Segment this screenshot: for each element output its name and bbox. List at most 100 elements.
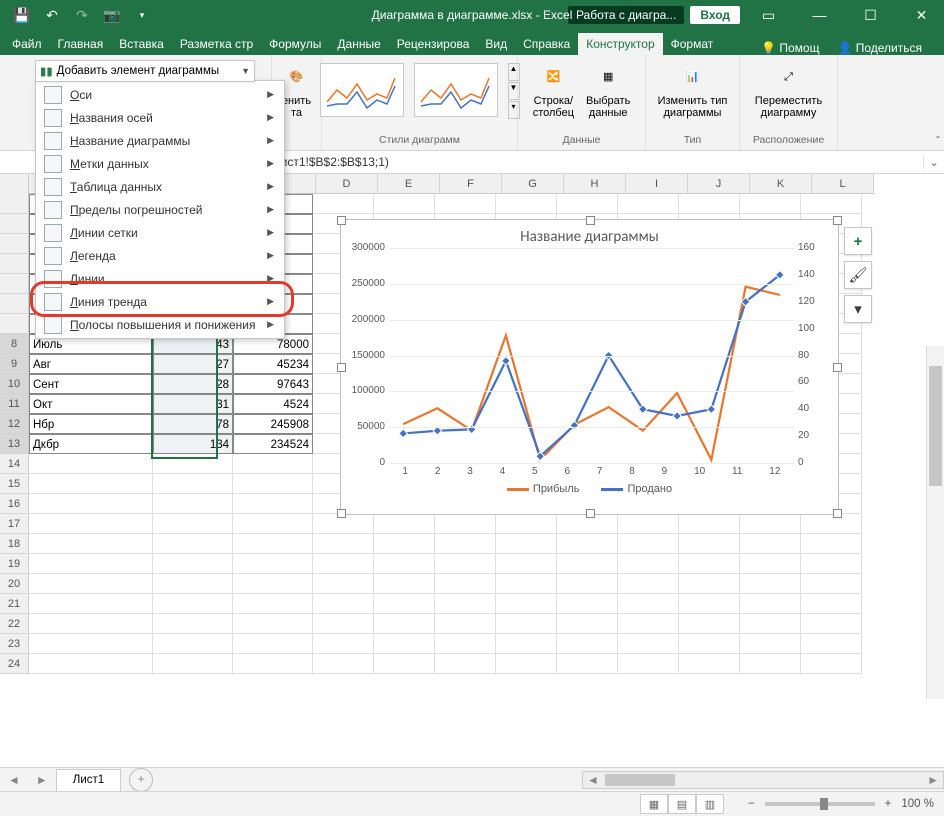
row-header[interactable] xyxy=(0,314,29,334)
dropdown-item-2[interactable]: Название диаграммы▶ xyxy=(36,129,284,152)
expand-formula-bar-icon[interactable]: ⌄ xyxy=(923,155,944,169)
cell[interactable] xyxy=(740,194,801,214)
cell[interactable] xyxy=(496,554,557,574)
cell[interactable] xyxy=(153,534,233,554)
cell[interactable]: Нбр xyxy=(29,414,153,434)
cell[interactable] xyxy=(435,194,496,214)
cell[interactable] xyxy=(618,554,679,574)
cell[interactable]: 134 xyxy=(153,434,233,454)
cell[interactable] xyxy=(233,474,313,494)
cell[interactable] xyxy=(679,634,740,654)
cell[interactable] xyxy=(618,614,679,634)
undo-icon[interactable]: ↶ xyxy=(38,3,66,27)
tab-design[interactable]: Конструктор xyxy=(578,33,662,55)
col-header-K[interactable]: K xyxy=(750,174,812,194)
row-header[interactable] xyxy=(0,234,29,254)
view-page-break-icon[interactable]: ▥ xyxy=(696,794,724,814)
row-header[interactable]: 17 xyxy=(0,514,29,534)
cell[interactable] xyxy=(740,654,801,674)
select-data-button[interactable]: ▦Выбрать данные xyxy=(584,57,632,123)
chart-style-1[interactable] xyxy=(320,63,404,117)
row-header[interactable]: 15 xyxy=(0,474,29,494)
save-icon[interactable]: 💾 xyxy=(8,3,36,27)
row-header[interactable] xyxy=(0,214,29,234)
cell[interactable] xyxy=(679,654,740,674)
dropdown-item-6[interactable]: Линии сетки▶ xyxy=(36,221,284,244)
cell[interactable]: 234524 xyxy=(233,434,313,454)
dropdown-item-1[interactable]: Названия осей▶ xyxy=(36,106,284,129)
cell[interactable]: Окт xyxy=(29,394,153,414)
sheet-nav-next-icon[interactable]: ► xyxy=(28,773,56,787)
cell[interactable] xyxy=(153,634,233,654)
cell[interactable] xyxy=(801,634,862,654)
cell[interactable]: Сент xyxy=(29,374,153,394)
zoom-out-button[interactable]: − xyxy=(748,798,755,810)
cell[interactable] xyxy=(29,454,153,474)
cell[interactable] xyxy=(801,654,862,674)
col-header-L[interactable]: L xyxy=(812,174,874,194)
cell[interactable] xyxy=(153,454,233,474)
cell[interactable] xyxy=(233,494,313,514)
col-header-H[interactable]: H xyxy=(564,174,626,194)
sheet-nav-prev-icon[interactable]: ◄ xyxy=(0,773,28,787)
cell[interactable] xyxy=(496,594,557,614)
cell[interactable] xyxy=(374,634,435,654)
cell[interactable] xyxy=(233,454,313,474)
tell-me[interactable]: 💡 Помощ xyxy=(761,41,819,55)
cell[interactable] xyxy=(801,534,862,554)
row-header[interactable]: 12 xyxy=(0,414,29,434)
cell[interactable] xyxy=(679,594,740,614)
cell[interactable] xyxy=(29,654,153,674)
cell[interactable] xyxy=(153,514,233,534)
cell[interactable] xyxy=(153,654,233,674)
view-page-layout-icon[interactable]: ▤ xyxy=(668,794,696,814)
cell[interactable] xyxy=(496,574,557,594)
ribbon-display-icon[interactable]: ▭ xyxy=(746,0,791,30)
cell[interactable] xyxy=(740,574,801,594)
row-header[interactable]: 23 xyxy=(0,634,29,654)
cell[interactable] xyxy=(435,634,496,654)
cell[interactable] xyxy=(618,634,679,654)
cell[interactable] xyxy=(496,614,557,634)
switch-row-col-button[interactable]: 🔀Строка/ столбец xyxy=(531,57,576,123)
dropdown-item-9[interactable]: Линия тренда▶ xyxy=(36,290,284,313)
tab-data[interactable]: Данные xyxy=(329,33,388,55)
cell[interactable] xyxy=(29,634,153,654)
dropdown-item-0[interactable]: Оси▶ xyxy=(36,83,284,106)
cell[interactable] xyxy=(801,194,862,214)
cell[interactable] xyxy=(29,494,153,514)
dropdown-item-7[interactable]: Легенда▶ xyxy=(36,244,284,267)
cell[interactable] xyxy=(313,554,374,574)
row-header[interactable] xyxy=(0,274,29,294)
view-normal-icon[interactable]: ▦ xyxy=(640,794,668,814)
chart-legend[interactable]: Прибыль Продано xyxy=(341,477,838,495)
horizontal-scrollbar[interactable]: ◄ ► xyxy=(582,771,944,789)
dropdown-item-10[interactable]: Полосы повышения и понижения▶ xyxy=(36,313,284,336)
row-header[interactable]: 10 xyxy=(0,374,29,394)
redo-icon[interactable]: ↷ xyxy=(68,3,96,27)
cell[interactable] xyxy=(374,614,435,634)
cell[interactable] xyxy=(29,574,153,594)
cell[interactable] xyxy=(29,554,153,574)
cell[interactable] xyxy=(618,654,679,674)
cell[interactable] xyxy=(153,614,233,634)
row-header[interactable]: 9 xyxy=(0,354,29,374)
cell[interactable] xyxy=(233,574,313,594)
embedded-chart[interactable]: Название диаграммы 050000100000150000200… xyxy=(340,219,839,515)
minimize-icon[interactable]: — xyxy=(797,0,842,30)
cell[interactable] xyxy=(233,514,313,534)
row-header[interactable]: 16 xyxy=(0,494,29,514)
row-header[interactable]: 19 xyxy=(0,554,29,574)
row-header[interactable]: 22 xyxy=(0,614,29,634)
cell[interactable] xyxy=(801,574,862,594)
row-header[interactable]: 24 xyxy=(0,654,29,674)
cell[interactable] xyxy=(557,194,618,214)
cell[interactable] xyxy=(496,534,557,554)
cell[interactable] xyxy=(801,514,862,534)
cell[interactable] xyxy=(435,594,496,614)
tab-review[interactable]: Рецензирова xyxy=(389,33,478,55)
row-header[interactable]: 11 xyxy=(0,394,29,414)
cell[interactable] xyxy=(233,554,313,574)
chart-elements-button[interactable]: + xyxy=(844,227,872,255)
cell[interactable] xyxy=(801,614,862,634)
